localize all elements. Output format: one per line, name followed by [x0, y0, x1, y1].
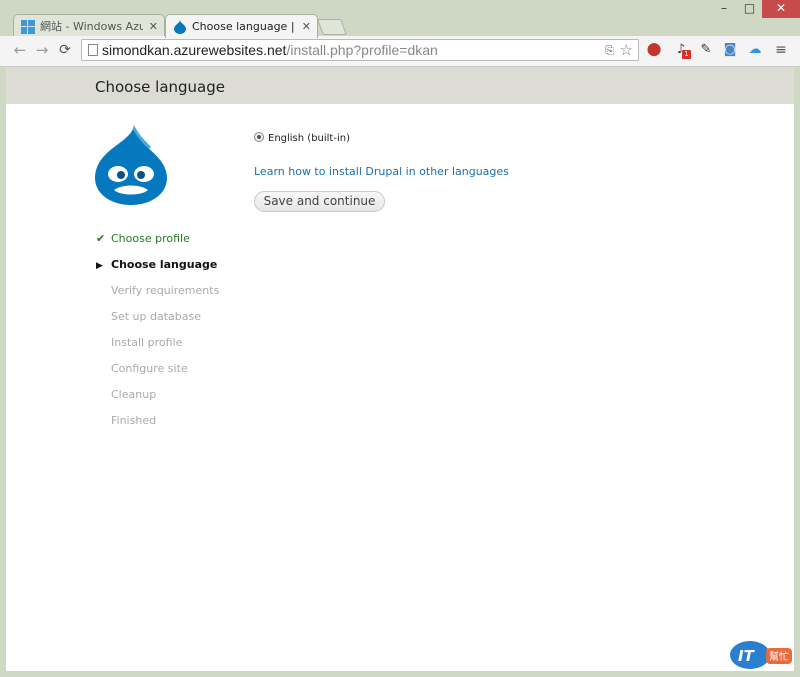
step-finished: Finished [96, 413, 219, 439]
cloud-extension-icon[interactable]: ☁ [747, 42, 763, 58]
step-label: Install profile [111, 336, 183, 349]
page-icon [88, 44, 98, 56]
step-label: Set up database [111, 310, 202, 323]
close-tab-icon[interactable]: ✕ [149, 15, 158, 38]
step-label: Configure site [111, 362, 188, 375]
camera-extension-icon[interactable]: ◙ [722, 42, 738, 58]
url-path: /install.php?profile=dkan [286, 42, 438, 58]
step-label: Cleanup [111, 388, 157, 401]
step-install-profile: Install profile [96, 335, 219, 361]
triangle-right-icon: ▶ [96, 261, 103, 271]
step-label: Choose language [111, 258, 218, 271]
install-steps: ✔ Choose profile ▶ Choose language Verify … [96, 231, 219, 439]
reload-icon[interactable]: ⟳ [57, 42, 73, 58]
step-verify-requirements: Verify requirements [96, 283, 219, 309]
notification-bell-icon[interactable]: ♪ 1 [673, 42, 691, 59]
step-label: Choose profile [111, 232, 190, 245]
menu-icon[interactable]: ≡ [773, 42, 789, 58]
title-bar: 網站 - Windows Azure ✕ Choose language | D… [0, 0, 800, 38]
close-tab-icon[interactable]: ✕ [302, 15, 311, 38]
url-text[interactable]: simondkan.azurewebsites.net/install.php?… [102, 41, 438, 59]
step-choose-profile: ✔ Choose profile [96, 231, 219, 257]
step-set-up-database: Set up database [96, 309, 219, 335]
map-pin-extension-icon[interactable]: ⬤ [646, 42, 662, 58]
tab-drupal[interactable]: Choose language | Drupal ✕ [165, 14, 318, 38]
translate-icon[interactable]: ⎘ [605, 44, 614, 58]
drupal-logo-icon [95, 124, 167, 205]
close-window-button[interactable]: ✕ [762, 0, 800, 18]
page-content: Choose language ✔ Choose profile ▶ Choose … [6, 67, 794, 671]
address-bar[interactable]: simondkan.azurewebsites.net/install.php?… [81, 39, 639, 61]
step-label: Finished [111, 414, 157, 427]
checkmark-icon: ✔ [96, 232, 106, 245]
minimize-button[interactable]: – [711, 0, 737, 18]
language-radio[interactable] [254, 132, 264, 142]
browser-toolbar: ← → ⟳ simondkan.azurewebsites.net/instal… [0, 36, 800, 67]
back-arrow-icon[interactable]: ← [12, 42, 28, 58]
windows-logo-icon [21, 20, 35, 34]
step-configure-site: Configure site [96, 361, 219, 387]
language-label: English (built-in) [268, 133, 350, 144]
url-host: simondkan.azurewebsites.net [102, 42, 287, 58]
tab-azure[interactable]: 網站 - Windows Azure ✕ [13, 14, 165, 38]
step-cleanup: Cleanup [96, 387, 219, 413]
bookmark-star-icon[interactable]: ☆ [620, 40, 633, 60]
svg-text:幫忙: 幫忙 [769, 650, 789, 663]
learn-languages-link[interactable]: Learn how to install Drupal in other lan… [254, 165, 509, 179]
ithelp-watermark-logo: IT 幫忙 [730, 641, 792, 669]
forward-arrow-icon[interactable]: → [34, 42, 50, 58]
page-header: Choose language [6, 67, 794, 104]
browser-window: 網站 - Windows Azure ✕ Choose language | D… [0, 0, 800, 677]
step-choose-language: ▶ Choose language [96, 257, 219, 283]
tab-title: 網站 - Windows Azure [40, 20, 143, 33]
tab-title: Choose language | Drupal [192, 20, 295, 33]
save-and-continue-button[interactable]: Save and continue [254, 191, 385, 212]
notification-badge: 1 [682, 50, 691, 59]
page-title: Choose language [95, 78, 225, 96]
maximize-button[interactable]: □ [737, 0, 762, 18]
drupal-favicon-icon [174, 20, 186, 34]
evernote-extension-icon[interactable]: ✎ [698, 42, 714, 58]
new-tab-button[interactable] [317, 19, 347, 35]
svg-text:IT: IT [738, 647, 756, 665]
language-option-english[interactable]: English (built-in) [254, 132, 350, 146]
step-label: Verify requirements [111, 284, 220, 297]
